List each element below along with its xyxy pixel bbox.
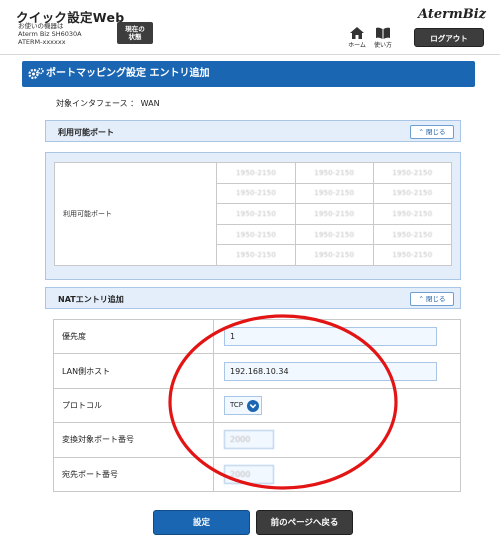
port-range-cell: 1950-2150: [372, 182, 453, 205]
nat-entry-header: NATエントリ追加 ⌃ 閉じる: [45, 287, 461, 309]
dest-port-input[interactable]: 2000: [224, 464, 274, 484]
interface-label: 対象インタフェース ： WAN: [56, 99, 160, 108]
manual-label: 使い方: [373, 42, 392, 49]
translated-port-cell: 2000: [213, 422, 461, 458]
nat-entry-title: NATエントリ追加: [58, 295, 124, 304]
available-ports-header: 利用可能ポート ⌃ 閉じる: [45, 120, 461, 142]
page-title-bar: ポートマッピング設定 エントリ追加: [22, 61, 475, 87]
dest-port-cell: 2000: [213, 456, 461, 492]
priority-cell: 1: [213, 318, 461, 355]
form-row-priority: 優先度 1: [53, 318, 461, 355]
chevron-up-icon: ⌃: [418, 128, 424, 136]
current-status-button[interactable]: 現在の 状態: [117, 22, 153, 44]
port-range-cell: 1950-2150: [294, 203, 374, 225]
port-range-cell: 1950-2150: [216, 244, 296, 266]
protocol-cell: TCP: [213, 387, 461, 424]
nat-entry-collapse-button[interactable]: ⌃ 閉じる: [410, 292, 454, 306]
available-ports-row-label: 利用可能ポート: [53, 162, 218, 266]
translated-port-input[interactable]: 2000: [224, 430, 274, 450]
port-range-cell: 1950-2150: [372, 203, 453, 225]
status-button-line2: 状態: [128, 33, 142, 41]
aterm-biz-logo: AtermBiz: [418, 7, 487, 22]
available-ports-title: 利用可能ポート: [58, 128, 114, 137]
page-title: ポートマッピング設定 エントリ追加: [46, 68, 210, 79]
port-range-cell: 1950-2150: [372, 244, 453, 266]
available-ports-body: 利用可能ポート 1950-2150 1950-2150 1950-2150 19…: [45, 152, 461, 280]
available-ports-table: 利用可能ポート 1950-2150 1950-2150 1950-2150 19…: [53, 162, 453, 266]
priority-label: 優先度: [53, 318, 214, 355]
translated-port-label: 変換対象ポート番号: [53, 422, 214, 458]
book-icon: [376, 27, 390, 39]
available-ports-collapse-button[interactable]: ⌃ 閉じる: [410, 125, 454, 139]
lan-host-input[interactable]: 192.168.10.34: [224, 361, 437, 381]
form-row-protocol: プロトコル TCP: [53, 387, 461, 424]
protocol-selected-value: TCP: [230, 400, 243, 409]
form-row-lan-host: LAN側ホスト 192.168.10.34: [53, 353, 461, 389]
lan-host-cell: 192.168.10.34: [213, 353, 461, 389]
port-range-cell: 1950-2150: [216, 223, 296, 246]
priority-input[interactable]: 1: [224, 327, 437, 347]
page-header: クイック設定Web お使いの機器は Aterm Biz SH6030A ATER…: [0, 0, 500, 55]
port-range-cell: 1950-2150: [294, 162, 374, 184]
home-icon: [350, 27, 364, 39]
dest-port-label: 宛先ポート番号: [53, 456, 214, 492]
port-range-cell: 1950-2150: [294, 182, 374, 205]
device-name: ATERM-xxxxxx: [18, 38, 66, 46]
submit-button[interactable]: 設定: [153, 510, 250, 535]
collapse-label: 閉じる: [426, 295, 446, 303]
port-range-cell: 1950-2150: [372, 223, 453, 246]
nat-entry-form: 優先度 1 LAN側ホスト 192.168.10.34 プロトコル TCP 変換…: [53, 318, 461, 492]
chevron-down-icon: [247, 399, 259, 412]
form-row-translated-port: 変換対象ポート番号 2000: [53, 422, 461, 458]
chevron-up-icon: ⌃: [418, 295, 424, 303]
logout-button[interactable]: ログアウト: [414, 28, 484, 47]
port-range-cell: 1950-2150: [216, 162, 296, 184]
port-range-cell: 1950-2150: [294, 223, 374, 246]
protocol-label: プロトコル: [53, 387, 214, 424]
lan-host-label: LAN側ホスト: [53, 353, 214, 389]
gear-icon: [28, 67, 44, 80]
protocol-select[interactable]: TCP: [224, 395, 262, 415]
form-row-dest-port: 宛先ポート番号 2000: [53, 456, 461, 492]
home-nav[interactable]: ホーム: [346, 27, 368, 51]
port-range-cell: 1950-2150: [294, 244, 374, 266]
port-range-cell: 1950-2150: [216, 203, 296, 225]
collapse-label: 閉じる: [426, 128, 446, 136]
status-button-line1: 現在の: [125, 25, 145, 33]
back-button[interactable]: 前のページへ戻る: [256, 510, 353, 535]
port-range-cell: 1950-2150: [372, 162, 453, 184]
home-label: ホーム: [348, 42, 366, 49]
table-row: 利用可能ポート 1950-2150 1950-2150 1950-2150: [53, 162, 453, 266]
manual-nav[interactable]: 使い方: [372, 27, 394, 51]
port-range-cell: 1950-2150: [216, 182, 296, 205]
